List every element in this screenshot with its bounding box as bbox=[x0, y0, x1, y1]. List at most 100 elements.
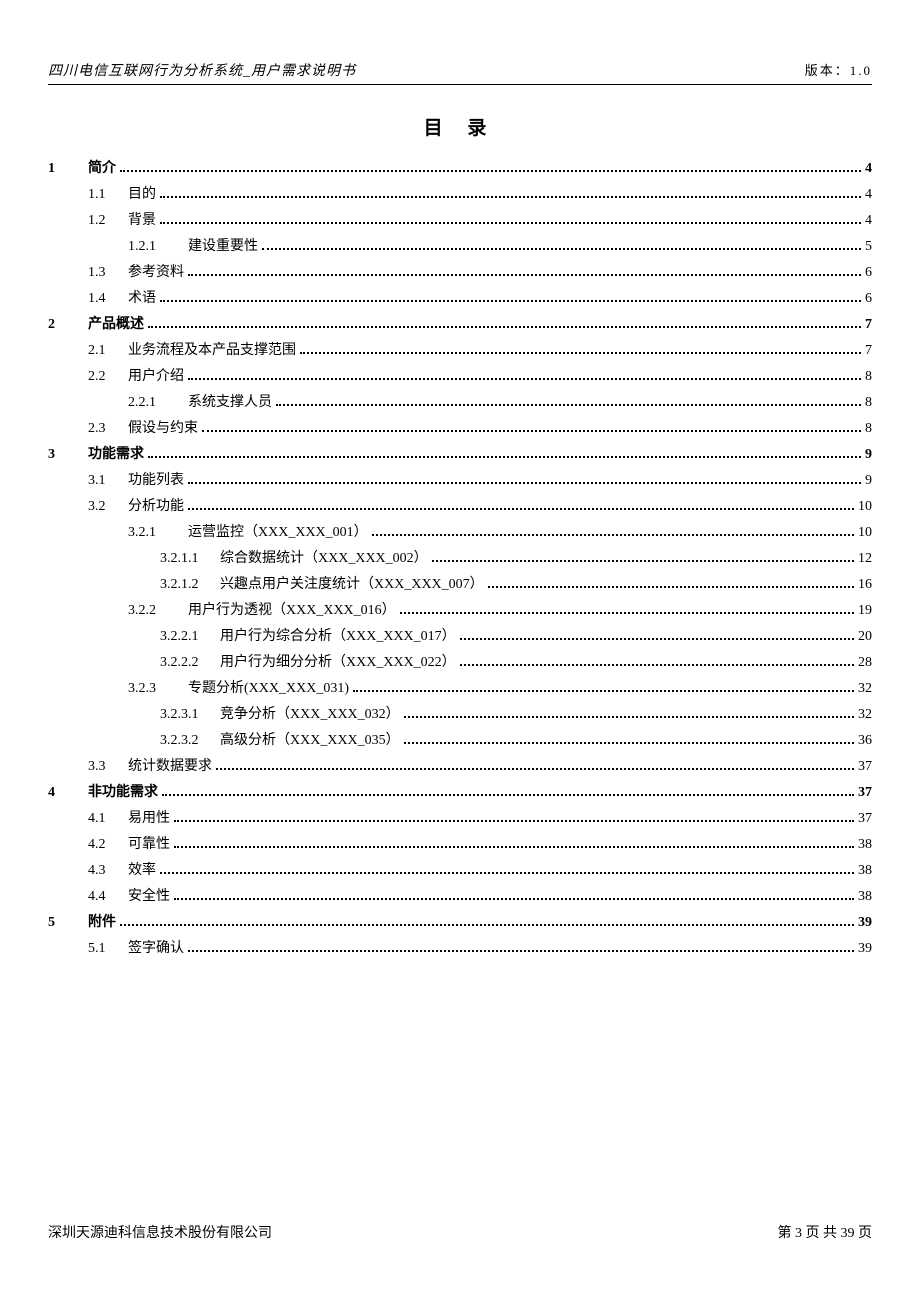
toc-entry-title: 专题分析(XXX_XXX_031) bbox=[188, 676, 349, 702]
toc-entry-number: 1.4 bbox=[88, 286, 128, 312]
toc-entry-page: 4 bbox=[865, 156, 872, 182]
toc-entry[interactable]: 1.3参考资料 6 bbox=[48, 260, 872, 286]
toc-entry[interactable]: 2.2用户介绍8 bbox=[48, 364, 872, 390]
toc-leader-dots bbox=[262, 248, 861, 250]
toc-entry[interactable]: 5.1签字确认39 bbox=[48, 936, 872, 962]
toc-entry-title: 目的 bbox=[128, 182, 156, 208]
toc-entry-title: 签字确认 bbox=[128, 936, 184, 962]
toc-entry[interactable]: 2产品概述7 bbox=[48, 312, 872, 338]
toc-entry-number: 2.2.1 bbox=[128, 390, 188, 416]
toc-entry-title: 分析功能 bbox=[128, 494, 184, 520]
toc-entry-title: 用户行为透视（XXX_XXX_016） bbox=[188, 598, 396, 624]
toc-entry[interactable]: 3.2.2.2用户行为细分分析（XXX_XXX_022）28 bbox=[48, 650, 872, 676]
toc-entry-number: 4.4 bbox=[88, 884, 128, 910]
toc-entry-title: 效率 bbox=[128, 858, 156, 884]
toc-entry[interactable]: 3.2分析功能 10 bbox=[48, 494, 872, 520]
toc-entry-title: 综合数据统计（XXX_XXX_002） bbox=[220, 546, 428, 572]
toc-entry-number: 3.2.1.1 bbox=[160, 546, 220, 572]
toc-entry[interactable]: 1.2.1建设重要性5 bbox=[48, 234, 872, 260]
toc-entry-page: 8 bbox=[865, 416, 872, 442]
toc-entry-page: 36 bbox=[858, 728, 872, 754]
toc-entry-number: 1.3 bbox=[88, 260, 128, 286]
toc-entry-title: 高级分析（XXX_XXX_035） bbox=[220, 728, 400, 754]
toc-entry-page: 38 bbox=[858, 858, 872, 884]
toc-entry-title: 背景 bbox=[128, 208, 156, 234]
toc-entry[interactable]: 4非功能需求37 bbox=[48, 780, 872, 806]
toc-entry-title: 参考资料 bbox=[128, 260, 184, 286]
header-version: 版本：1.0 bbox=[805, 60, 872, 79]
toc-entry[interactable]: 4.4安全性38 bbox=[48, 884, 872, 910]
toc-entry-page: 32 bbox=[858, 702, 872, 728]
toc-entry[interactable]: 1.4术语6 bbox=[48, 286, 872, 312]
toc-leader-dots bbox=[372, 534, 854, 536]
toc-leader-dots bbox=[148, 326, 861, 328]
toc-leader-dots bbox=[148, 456, 861, 458]
toc-entry-number: 4.2 bbox=[88, 832, 128, 858]
footer-company: 深圳天源迪科信息技术股份有限公司 bbox=[48, 1222, 272, 1242]
toc-entry[interactable]: 3.2.1.1综合数据统计（XXX_XXX_002）12 bbox=[48, 546, 872, 572]
toc-entry-title: 简介 bbox=[88, 156, 116, 182]
toc-entry-page: 9 bbox=[865, 468, 872, 494]
toc-entry[interactable]: 3.2.1运营监控（XXX_XXX_001）10 bbox=[48, 520, 872, 546]
toc-entry-title: 用户介绍 bbox=[128, 364, 184, 390]
toc-entry[interactable]: 2.3假设与约束8 bbox=[48, 416, 872, 442]
toc-entry-page: 32 bbox=[858, 676, 872, 702]
toc-entry[interactable]: 3.2.3.1竞争分析（XXX_XXX_032）32 bbox=[48, 702, 872, 728]
toc-leader-dots bbox=[188, 378, 861, 380]
toc-entry-page: 16 bbox=[858, 572, 872, 598]
footer-page-number: 第 3 页 共 39 页 bbox=[778, 1222, 873, 1242]
toc-entry-number: 1 bbox=[48, 156, 88, 182]
toc-entry-number: 3.1 bbox=[88, 468, 128, 494]
toc-entry-page: 10 bbox=[858, 494, 872, 520]
toc-entry[interactable]: 2.1业务流程及本产品支撑范围7 bbox=[48, 338, 872, 364]
toc-entry[interactable]: 3.2.2.1用户行为综合分析（XXX_XXX_017）20 bbox=[48, 624, 872, 650]
toc-entry-page: 38 bbox=[858, 884, 872, 910]
document-page: 四川电信互联网行为分析系统_用户需求说明书 版本：1.0 目 录 1简介41.1… bbox=[0, 0, 920, 1302]
toc-entry-page: 38 bbox=[858, 832, 872, 858]
toc-entry[interactable]: 1简介 4 bbox=[48, 156, 872, 182]
toc-entry[interactable]: 1.2背景4 bbox=[48, 208, 872, 234]
toc-entry[interactable]: 4.2可靠性38 bbox=[48, 832, 872, 858]
toc-entry-page: 6 bbox=[865, 260, 872, 286]
toc-leader-dots bbox=[404, 742, 854, 744]
toc-leader-dots bbox=[174, 820, 854, 822]
toc-entry[interactable]: 2.2.1系统支撑人员8 bbox=[48, 390, 872, 416]
toc-entry-number: 3.2.1.2 bbox=[160, 572, 220, 598]
toc-entry[interactable]: 1.1目的 4 bbox=[48, 182, 872, 208]
toc-entry[interactable]: 3功能需求9 bbox=[48, 442, 872, 468]
toc-leader-dots bbox=[460, 664, 854, 666]
toc-entry-title: 功能列表 bbox=[128, 468, 184, 494]
toc-entry-page: 4 bbox=[865, 182, 872, 208]
toc-entry-page: 28 bbox=[858, 650, 872, 676]
toc-entry[interactable]: 3.2.2用户行为透视（XXX_XXX_016）19 bbox=[48, 598, 872, 624]
toc-entry[interactable]: 3.1功能列表 9 bbox=[48, 468, 872, 494]
toc-entry-page: 39 bbox=[858, 910, 872, 936]
toc-entry-title: 用户行为综合分析（XXX_XXX_017） bbox=[220, 624, 456, 650]
toc-entry-number: 3.2.2.1 bbox=[160, 624, 220, 650]
toc-entry[interactable]: 3.2.3专题分析(XXX_XXX_031) 32 bbox=[48, 676, 872, 702]
toc-entry[interactable]: 5附件 39 bbox=[48, 910, 872, 936]
toc-entry-number: 1.1 bbox=[88, 182, 128, 208]
toc-entry[interactable]: 3.3统计数据要求37 bbox=[48, 754, 872, 780]
toc-leader-dots bbox=[404, 716, 854, 718]
toc-entry-title: 统计数据要求 bbox=[128, 754, 212, 780]
toc-entry-number: 3.2.3.2 bbox=[160, 728, 220, 754]
toc-leader-dots bbox=[160, 222, 861, 224]
toc-entry-page: 9 bbox=[865, 442, 872, 468]
toc-entry-number: 3.2.2.2 bbox=[160, 650, 220, 676]
toc-entry-page: 6 bbox=[865, 286, 872, 312]
toc-entry-title: 竞争分析（XXX_XXX_032） bbox=[220, 702, 400, 728]
toc-entry-number: 3.2 bbox=[88, 494, 128, 520]
toc-entry-number: 2.2 bbox=[88, 364, 128, 390]
toc-entry-title: 假设与约束 bbox=[128, 416, 198, 442]
toc-entry[interactable]: 4.3效率38 bbox=[48, 858, 872, 884]
toc-entry[interactable]: 3.2.1.2兴趣点用户关注度统计（XXX_XXX_007）16 bbox=[48, 572, 872, 598]
toc-entry[interactable]: 3.2.3.2高级分析（XXX_XXX_035） 36 bbox=[48, 728, 872, 754]
toc-leader-dots bbox=[174, 846, 854, 848]
toc-entry-number: 3.2.3 bbox=[128, 676, 188, 702]
toc-entry-title: 附件 bbox=[88, 910, 116, 936]
toc-entry-number: 5 bbox=[48, 910, 88, 936]
toc-leader-dots bbox=[400, 612, 854, 614]
page-header: 四川电信互联网行为分析系统_用户需求说明书 版本：1.0 bbox=[48, 60, 872, 85]
toc-entry[interactable]: 4.1易用性37 bbox=[48, 806, 872, 832]
